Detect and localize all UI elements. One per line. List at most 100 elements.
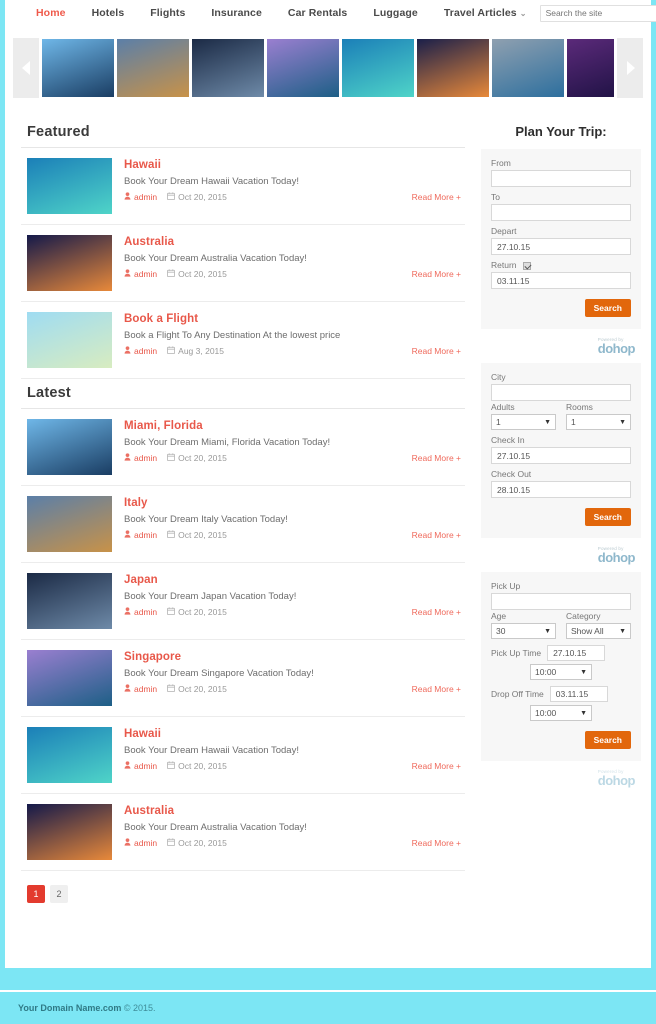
site-footer: Your Domain Name.com © 2015. [0,990,656,1024]
carousel-thumb-city-aerial[interactable] [492,39,564,97]
pickup-location-input[interactable] [491,593,631,610]
adults-select[interactable]: 1 ▼ [491,414,556,430]
checkin-date-input[interactable] [491,447,631,464]
carousel-prev-button[interactable] [13,38,39,98]
post-title-link[interactable]: Australia [124,805,465,817]
post-author[interactable]: admin [134,607,157,617]
post-author[interactable]: admin [134,530,157,540]
car-search-button[interactable]: Search [584,731,631,749]
read-more-link[interactable]: Read More + [412,761,465,771]
carousel-thumb-miami-florida[interactable] [42,39,114,97]
carousel-thumb-singapore-marina[interactable] [267,39,339,97]
pagination-page-1[interactable]: 1 [27,885,45,903]
post-author[interactable]: admin [134,346,157,356]
dropoff-hour-select[interactable]: 10:00 ▼ [530,705,592,721]
nav-item-car-rentals[interactable]: Car Rentals [275,7,360,19]
post-title-link[interactable]: Italy [124,497,465,509]
nav-item-travel-articles[interactable]: Travel Articles ⌄ [431,7,540,19]
category-select[interactable]: Show All ▼ [566,623,631,639]
post-author[interactable]: admin [134,761,157,771]
category-value: Show All [571,626,604,636]
flight-search-button[interactable]: Search [584,299,631,317]
nav-item-luggage[interactable]: Luggage [360,7,430,19]
read-more-link[interactable]: Read More + [412,684,465,694]
chevron-left-icon [21,61,30,75]
post-thumbnail-singapore-marina[interactable] [27,650,112,706]
calendar-icon [167,838,176,848]
post-item: Singapore Book Your Dream Singapore Vacat… [21,640,465,717]
dohop-brand-hotel: Powered by dohop [481,542,641,572]
city-input[interactable] [491,384,631,401]
post-author[interactable]: admin [134,269,157,279]
carousel-thumb-japan-mount-fuji[interactable] [192,39,264,97]
read-more-link[interactable]: Read More + [412,269,465,279]
nav-item-insurance[interactable]: Insurance [198,7,275,19]
read-more-link[interactable]: Read More + [412,530,465,540]
site-search[interactable] [539,4,656,22]
post-body: Australia Book Your Dream Australia Vacat… [124,804,465,848]
age-select[interactable]: 30 ▼ [491,623,556,639]
car-rental-widget: Pick Up Age 30 ▼ Category Show All ▼ Pic… [481,572,641,761]
post-thumbnail-australia-sign[interactable] [27,235,112,291]
post-thumbnail-australia-sign[interactable] [27,804,112,860]
post-thumbnail-japan-mount-fuji[interactable] [27,573,112,629]
post-title-link[interactable]: Singapore [124,651,465,663]
post-body: Australia Book Your Dream Australia Vacat… [124,235,465,279]
carousel-thumb-night-ferris-wheel[interactable] [567,39,614,97]
dropoff-date-input[interactable] [549,686,608,702]
calendar-icon [167,607,176,617]
carousel-thumb-italy-colosseum[interactable] [117,39,189,97]
pagination-page-2[interactable]: 2 [50,885,68,903]
from-input[interactable] [491,170,631,187]
calendar-icon [167,346,176,356]
carousel-next-button[interactable] [617,38,643,98]
latest-post-list: Miami, Florida Book Your Dream Miami, Flo… [21,409,465,871]
post-title-link[interactable]: Book a Flight [124,313,465,325]
chevron-down-icon: ▼ [544,627,551,635]
post-title-link[interactable]: Hawaii [124,728,465,740]
depart-date-input[interactable] [491,238,631,255]
search-input[interactable] [545,8,656,18]
post-thumbnail-miami-florida[interactable] [27,419,112,475]
post-title-link[interactable]: Miami, Florida [124,420,465,432]
post-thumbnail-hawaii-beach[interactable] [27,158,112,214]
post-date: Oct 20, 2015 [178,530,227,540]
post-thumbnail-italy-colosseum[interactable] [27,496,112,552]
pickup-date-input[interactable] [547,645,606,661]
nav-item-home[interactable]: Home [23,7,79,19]
checkout-date-input[interactable] [491,481,631,498]
nav-item-flights[interactable]: Flights [137,7,198,19]
post-item: Australia Book Your Dream Australia Vacat… [21,794,465,871]
read-more-link[interactable]: Read More + [412,192,465,202]
calendar-icon [167,684,176,694]
post-author[interactable]: admin [134,453,157,463]
read-more-link[interactable]: Read More + [412,453,465,463]
post-author[interactable]: admin [134,684,157,694]
read-more-link[interactable]: Read More + [412,346,465,356]
post-body: Japan Book Your Dream Japan Vacation Toda… [124,573,465,617]
carousel-thumb-hawaii-beach[interactable] [342,39,414,97]
post-title-link[interactable]: Japan [124,574,465,586]
to-label: To [491,192,500,202]
post-date: Oct 20, 2015 [178,838,227,848]
to-input[interactable] [491,204,631,221]
post-meta: admin Oct 20, 2015 Read More + [124,607,465,617]
post-title-link[interactable]: Australia [124,236,465,248]
rooms-select[interactable]: 1 ▼ [566,414,631,430]
post-body: Miami, Florida Book Your Dream Miami, Flo… [124,419,465,463]
post-author[interactable]: admin [134,838,157,848]
flight-search-widget: From To Depart Return Search [481,149,641,329]
post-author[interactable]: admin [134,192,157,202]
return-date-input[interactable] [491,272,631,289]
hotel-search-button[interactable]: Search [584,508,631,526]
carousel-thumb-australia-sign[interactable] [417,39,489,97]
read-more-link[interactable]: Read More + [412,607,465,617]
return-checkbox[interactable] [522,261,531,270]
nav-item-hotels[interactable]: Hotels [79,7,138,19]
post-thumbnail-flight-online-booking[interactable] [27,312,112,368]
post-thumbnail-hawaii-beach[interactable] [27,727,112,783]
latest-heading: Latest [21,379,465,409]
post-title-link[interactable]: Hawaii [124,159,465,171]
pickup-hour-select[interactable]: 10:00 ▼ [530,664,592,680]
read-more-link[interactable]: Read More + [412,838,465,848]
